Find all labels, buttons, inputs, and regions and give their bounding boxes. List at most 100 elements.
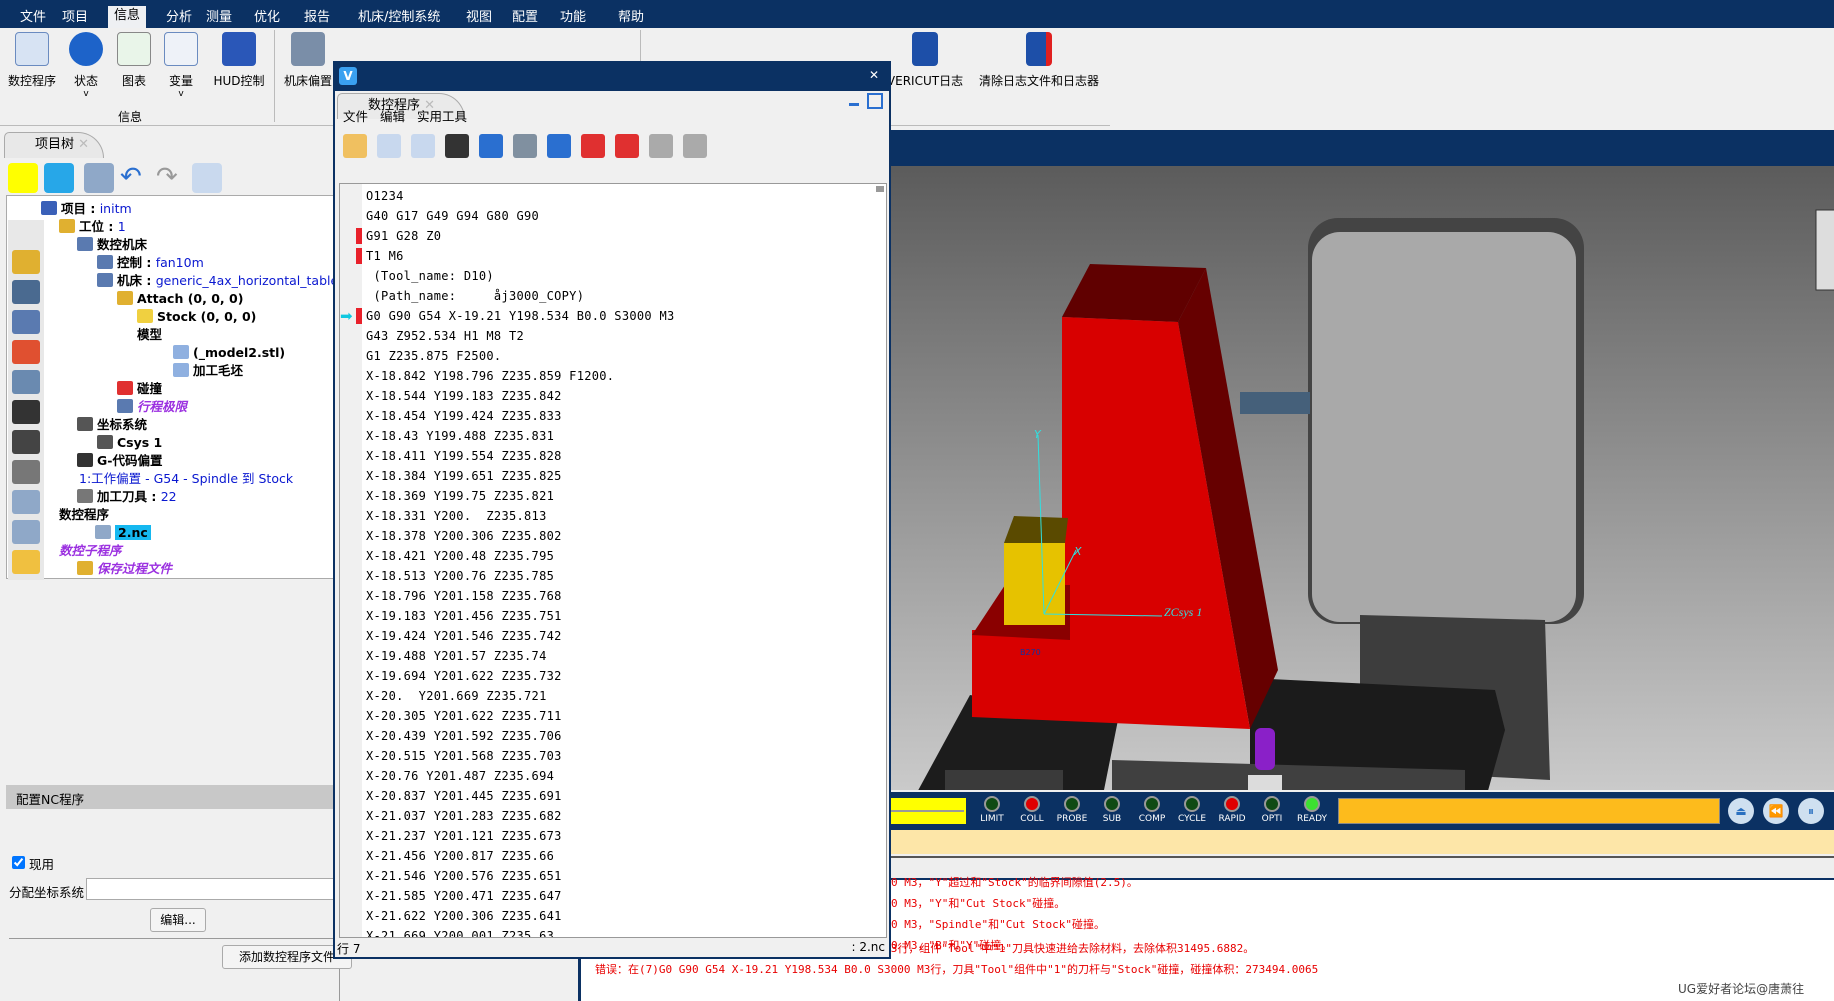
tool-icon-7[interactable] <box>12 460 40 484</box>
split-view-icon[interactable] <box>547 134 571 158</box>
menu-9[interactable]: 配置 <box>506 8 544 28</box>
code-line[interactable]: X-20.515 Y201.568 Z235.703 <box>366 746 562 766</box>
ribbon-clear-log-button[interactable]: 清除日志文件和日志器 <box>972 32 1106 89</box>
code-line[interactable]: X-20.76 Y201.487 Z235.694 <box>366 766 554 786</box>
code-line[interactable]: X-18.384 Y199.651 Z235.825 <box>366 466 562 486</box>
tool-icon-8[interactable] <box>12 490 40 514</box>
tree-item[interactable]: 控制 : fan10m <box>97 254 204 272</box>
binoculars-icon[interactable] <box>445 134 469 158</box>
tool-icon-5[interactable] <box>12 400 40 424</box>
print-icon[interactable] <box>513 134 537 158</box>
code-line[interactable]: X-21.456 Y200.817 Z235.66 <box>366 846 554 866</box>
code-line[interactable]: X-20. Y201.669 Z235.721 <box>366 686 547 706</box>
menu-5[interactable]: 优化 <box>248 8 286 28</box>
code-line[interactable]: X-18.369 Y199.75 Z235.821 <box>366 486 554 506</box>
code-line[interactable]: T1 M6 <box>366 246 404 266</box>
code-line[interactable]: X-18.331 Y200. Z235.813 <box>366 506 547 526</box>
tool-icon-6[interactable] <box>12 430 40 454</box>
accept-icon[interactable] <box>343 134 367 158</box>
menu-3[interactable]: 分析 <box>160 8 198 28</box>
code-line[interactable]: X-21.237 Y201.121 Z235.673 <box>366 826 562 846</box>
tree-item[interactable]: 保存过程文件 <box>77 560 172 578</box>
tree-item[interactable]: 数控机床 <box>77 236 147 254</box>
tree-item[interactable]: 1:工作偏置 - G54 - Spindle 到 Stock <box>79 470 293 488</box>
menu-4[interactable]: 测量 <box>200 8 238 28</box>
code-line[interactable]: X-21.622 Y200.306 Z235.641 <box>366 906 562 926</box>
tool-icon-0[interactable] <box>12 250 40 274</box>
tree-item[interactable]: 碰撞 <box>117 380 162 398</box>
tree-item[interactable]: 数控子程序 <box>59 542 122 560</box>
menu-6[interactable]: 报告 <box>298 8 336 28</box>
code-line[interactable]: G91 G28 Z0 <box>366 226 441 246</box>
tree-item[interactable]: 机床 : generic_4ax_horizontal_table_b <box>97 272 352 290</box>
nc-code-editor[interactable]: O1234 G40 G17 G49 G94 G80 G90 G91 G28 Z0 T1… <box>339 183 887 938</box>
3d-viewport[interactable]: B270 Y X ZCsys 1 <box>890 130 1834 910</box>
code-line[interactable]: G40 G17 G49 G94 G80 G90 <box>366 206 539 226</box>
rewind-icon[interactable]: ⏪ <box>1763 798 1789 824</box>
view-cube-icon[interactable] <box>1815 209 1834 291</box>
code-line[interactable]: X-19.488 Y201.57 Z235.74 <box>366 646 547 666</box>
tool-icon-9[interactable] <box>12 520 40 544</box>
code-line[interactable]: X-18.796 Y201.158 Z235.768 <box>366 586 562 606</box>
code-line[interactable]: X-18.43 Y199.488 Z235.831 <box>366 426 554 446</box>
tree-item[interactable]: 行程极限 <box>117 398 187 416</box>
code-line[interactable]: X-18.454 Y199.424 Z235.833 <box>366 406 562 426</box>
project-tree-icon[interactable] <box>44 163 74 193</box>
model-icon[interactable] <box>192 163 222 193</box>
tree-item[interactable]: 数控程序 <box>59 506 109 524</box>
code-line[interactable]: X-19.183 Y201.456 Z235.751 <box>366 606 562 626</box>
redo-icon[interactable]: ↷ <box>156 163 186 193</box>
tool-icon-3[interactable] <box>12 340 40 364</box>
tree-item[interactable]: G-代码偏置 <box>77 452 162 470</box>
prev-error-icon[interactable] <box>581 134 605 158</box>
g-disabled-icon[interactable] <box>683 134 707 158</box>
code-line[interactable]: O1234 <box>366 186 404 206</box>
code-line[interactable]: X-19.694 Y201.622 Z235.732 <box>366 666 562 686</box>
code-line[interactable]: G0 G90 G54 X-19.21 Y198.534 B0.0 S3000 M… <box>366 306 675 326</box>
menu-10[interactable]: 功能 <box>554 8 592 28</box>
find-nc-icon[interactable] <box>377 134 401 158</box>
code-line[interactable]: X-18.411 Y199.554 Z235.828 <box>366 446 562 466</box>
dialog-menu-1[interactable]: 编辑 <box>380 109 405 124</box>
close-dialog-icon[interactable]: ✕ <box>869 68 879 82</box>
tree-item[interactable]: Csys 1 <box>97 434 162 452</box>
undock-icon[interactable] <box>867 93 883 109</box>
tree-item[interactable]: Attach (0, 0, 0) <box>117 290 243 308</box>
code-line[interactable]: (Tool_name: D10) <box>366 266 494 286</box>
add-component-icon[interactable] <box>84 163 114 193</box>
menu-11[interactable]: 帮助 <box>612 8 650 28</box>
tree-item[interactable]: Stock (0, 0, 0) <box>137 308 256 326</box>
menu-0[interactable]: 文件 <box>14 8 52 28</box>
code-line[interactable]: X-21.585 Y200.471 Z235.647 <box>366 886 562 906</box>
tool-icon-4[interactable] <box>12 370 40 394</box>
code-line[interactable]: G1 Z235.875 F2500. <box>366 346 501 366</box>
code-line[interactable]: X-21.037 Y201.283 Z235.682 <box>366 806 562 826</box>
code-line[interactable]: X-19.424 Y201.546 Z235.742 <box>366 626 562 646</box>
active-checkbox[interactable]: 现用 <box>12 854 54 873</box>
code-line[interactable]: X-18.421 Y200.48 Z235.795 <box>366 546 554 566</box>
pause-icon[interactable]: ⏸ <box>1798 798 1824 824</box>
edit-button[interactable]: 编辑... <box>150 908 206 932</box>
scrollbar[interactable] <box>876 186 884 192</box>
tree-item[interactable]: 加工刀具 : 22 <box>77 488 177 506</box>
active-checkbox-input[interactable] <box>12 856 25 869</box>
tree-item[interactable]: 2.nc <box>95 524 151 542</box>
tree-item[interactable]: 坐标系统 <box>77 416 147 434</box>
tool-icon-1[interactable] <box>12 280 40 304</box>
code-line[interactable]: X-18.842 Y198.796 Z235.859 F1200. <box>366 366 614 386</box>
menu-8[interactable]: 视图 <box>460 8 498 28</box>
code-line[interactable]: X-18.513 Y200.76 Z235.785 <box>366 566 554 586</box>
code-line[interactable]: X-20.439 Y201.592 Z235.706 <box>366 726 562 746</box>
nc-disabled-icon[interactable] <box>649 134 673 158</box>
check-nc-icon[interactable] <box>411 134 435 158</box>
eject-icon[interactable]: ⏏ <box>1728 798 1754 824</box>
tree-item[interactable]: 项目 : initm <box>41 200 132 218</box>
menu-7[interactable]: 机床/控制系统 <box>352 8 446 28</box>
select-mode-icon[interactable] <box>8 163 38 193</box>
tree-item[interactable]: (_model2.stl) <box>173 344 285 362</box>
code-line[interactable]: X-18.378 Y200.306 Z235.802 <box>366 526 562 546</box>
undo-icon[interactable]: ↶ <box>120 163 150 193</box>
code-line[interactable]: X-21.546 Y200.576 Z235.651 <box>366 866 562 886</box>
tree-item[interactable]: 模型 <box>137 326 162 344</box>
minimize-icon[interactable] <box>849 103 859 106</box>
